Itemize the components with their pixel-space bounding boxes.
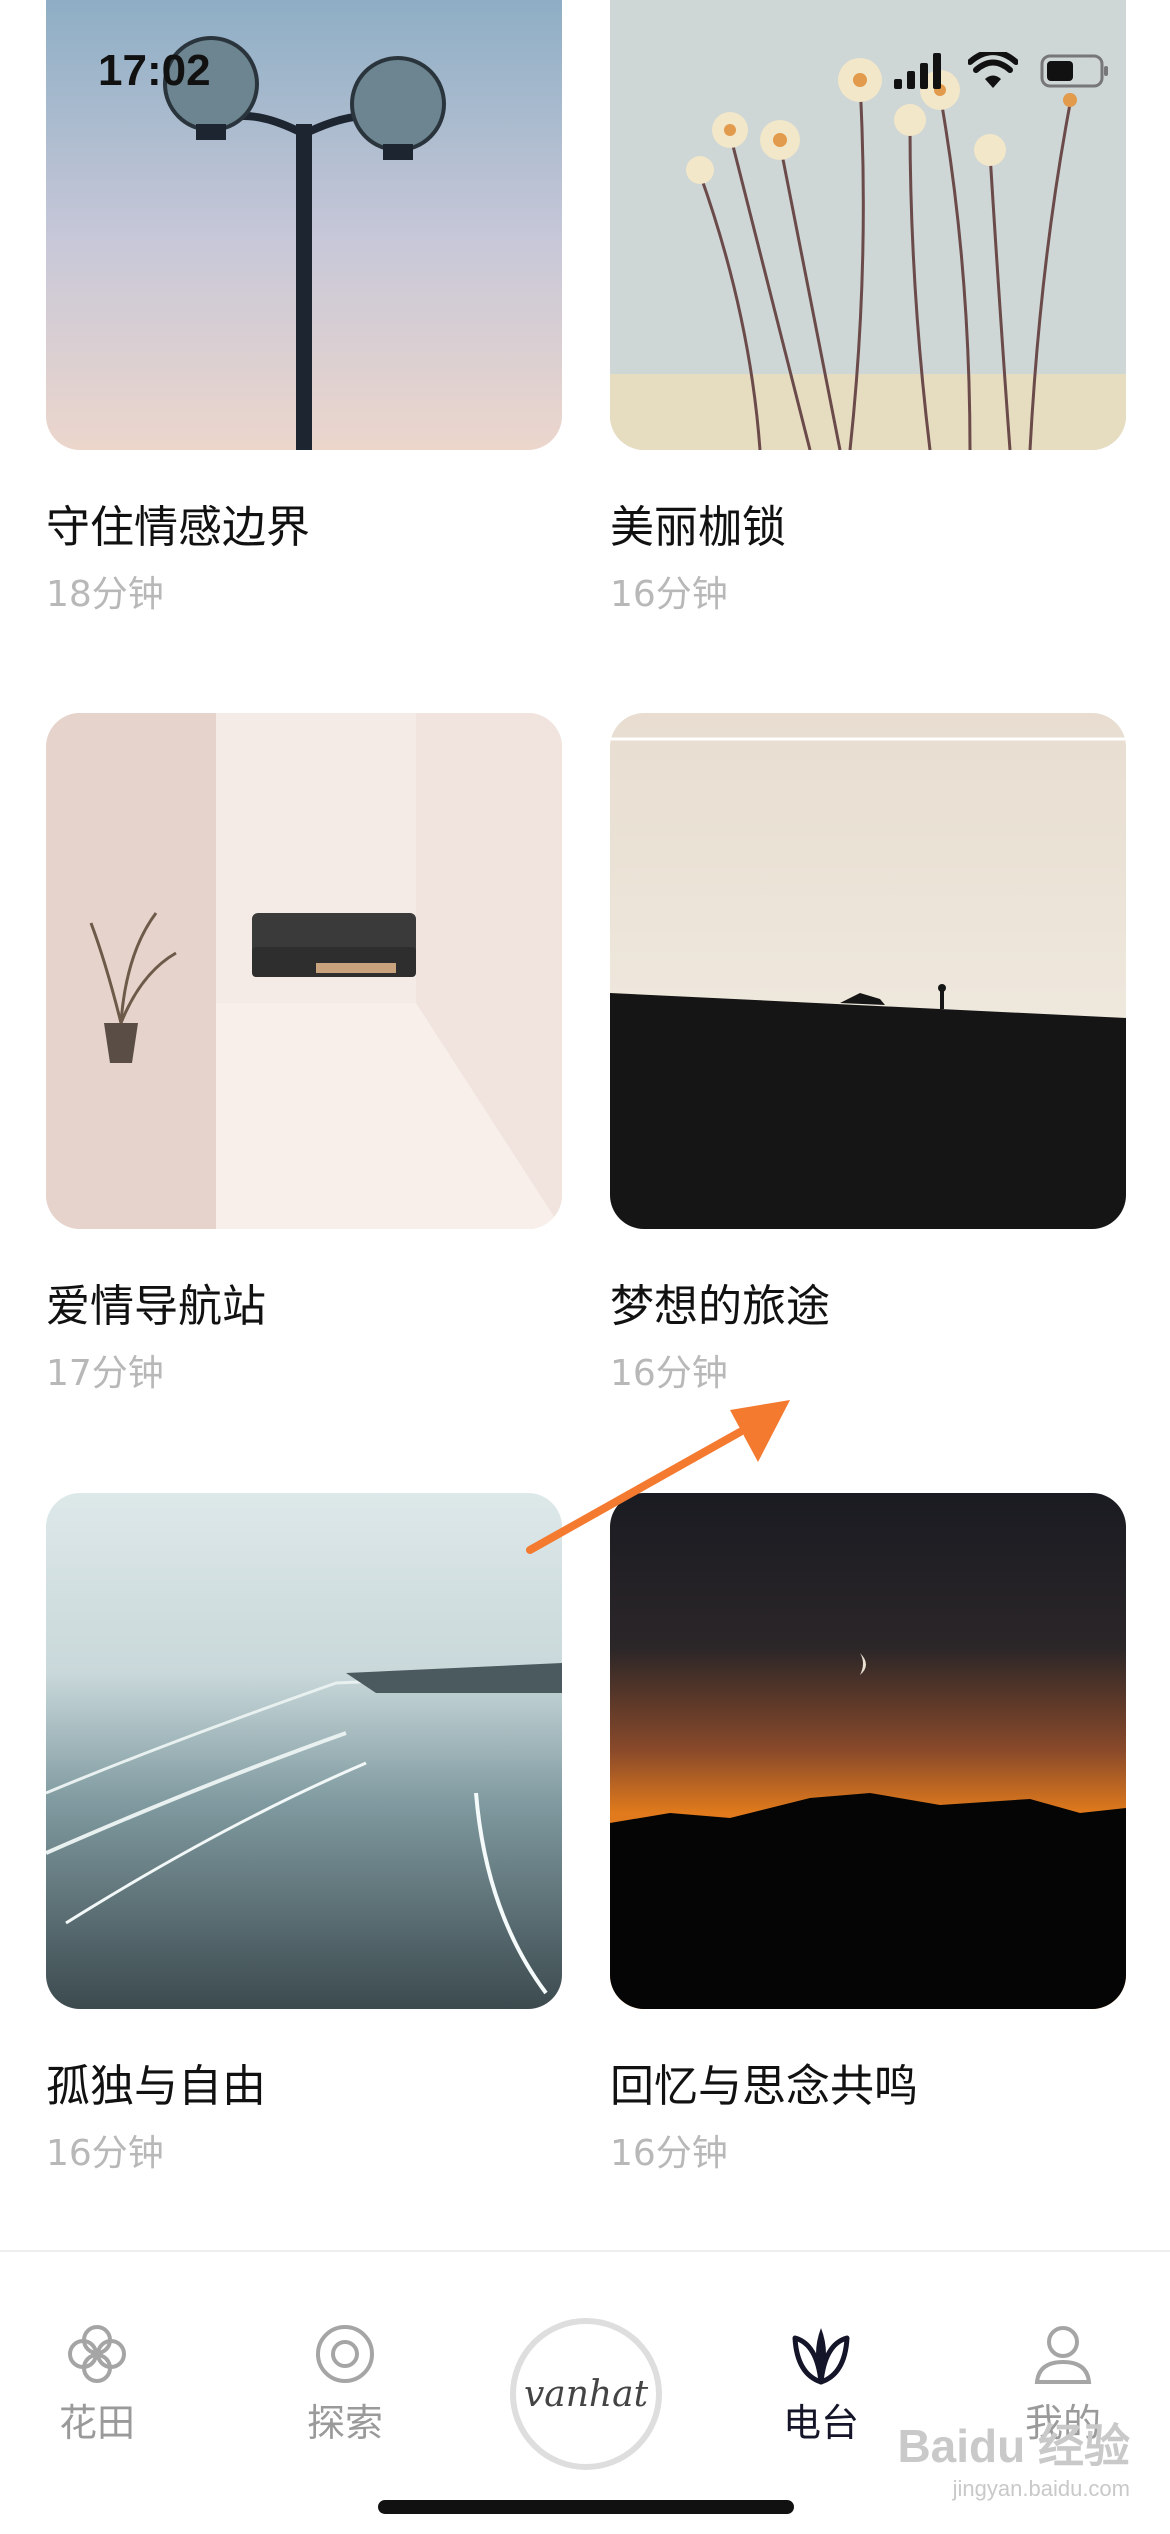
program-duration: 16分钟 [46, 2132, 164, 2174]
tab-radio[interactable]: 电台 [736, 2322, 906, 2447]
status-time: 17:02 [98, 46, 211, 95]
program-title: 守住情感边界 [46, 502, 310, 553]
leaf-icon [792, 2328, 850, 2385]
watermark: Baidu 经验 jingyan.baidu.com [890, 2410, 1130, 2502]
watermark-logo: Baidu 经验 [897, 2420, 1130, 2472]
program-title: 爱情导航站 [46, 1281, 266, 1332]
program-duration: 18分钟 [46, 573, 164, 615]
program-duration: 17分钟 [46, 1352, 164, 1394]
tab-label: 花田 [58, 2401, 135, 2445]
home-indicator [378, 2500, 794, 2514]
program-title: 美丽枷锁 [610, 502, 786, 553]
profile-icon [1034, 2326, 1092, 2384]
explore-icon [316, 2325, 374, 2383]
program-title: 梦想的旅途 [610, 1281, 830, 1332]
cellular-signal-icon [894, 53, 941, 89]
tab-flower-field[interactable]: 花田 [12, 2322, 182, 2447]
program-thumbnail[interactable] [46, 713, 562, 1229]
tab-label: 探索 [306, 2401, 383, 2445]
program-thumbnail[interactable] [610, 713, 1126, 1229]
program-duration: 16分钟 [610, 2132, 728, 2174]
wifi-icon [968, 52, 1018, 88]
vanhat-center-button[interactable]: vanhat [510, 2318, 662, 2470]
watermark-url: jingyan.baidu.com [952, 2476, 1130, 2501]
program-thumbnail[interactable] [46, 1493, 562, 2009]
annotation-arrow-icon [526, 1400, 790, 1554]
program-card[interactable]: 回忆与思念共鸣 16分钟 [610, 1493, 1126, 2175]
tab-label: 电台 [782, 2401, 859, 2445]
program-card[interactable]: 孤独与自由 16分钟 [46, 1493, 562, 2175]
status-icons [894, 52, 1110, 90]
status-bar: 17:02 [0, 0, 1170, 150]
program-thumbnail[interactable] [610, 1493, 1126, 2009]
program-duration: 16分钟 [610, 573, 728, 615]
flower-field-icon [68, 2325, 126, 2383]
program-title: 孤独与自由 [46, 2061, 266, 2112]
program-title: 回忆与思念共鸣 [610, 2061, 918, 2112]
program-card[interactable]: 爱情导航站 17分钟 [46, 713, 562, 1395]
program-card[interactable]: 梦想的旅途 16分钟 [610, 713, 1126, 1395]
vanhat-logo: vanhat [523, 2373, 649, 2415]
tab-explore[interactable]: 探索 [260, 2322, 430, 2447]
battery-icon [1040, 54, 1108, 88]
